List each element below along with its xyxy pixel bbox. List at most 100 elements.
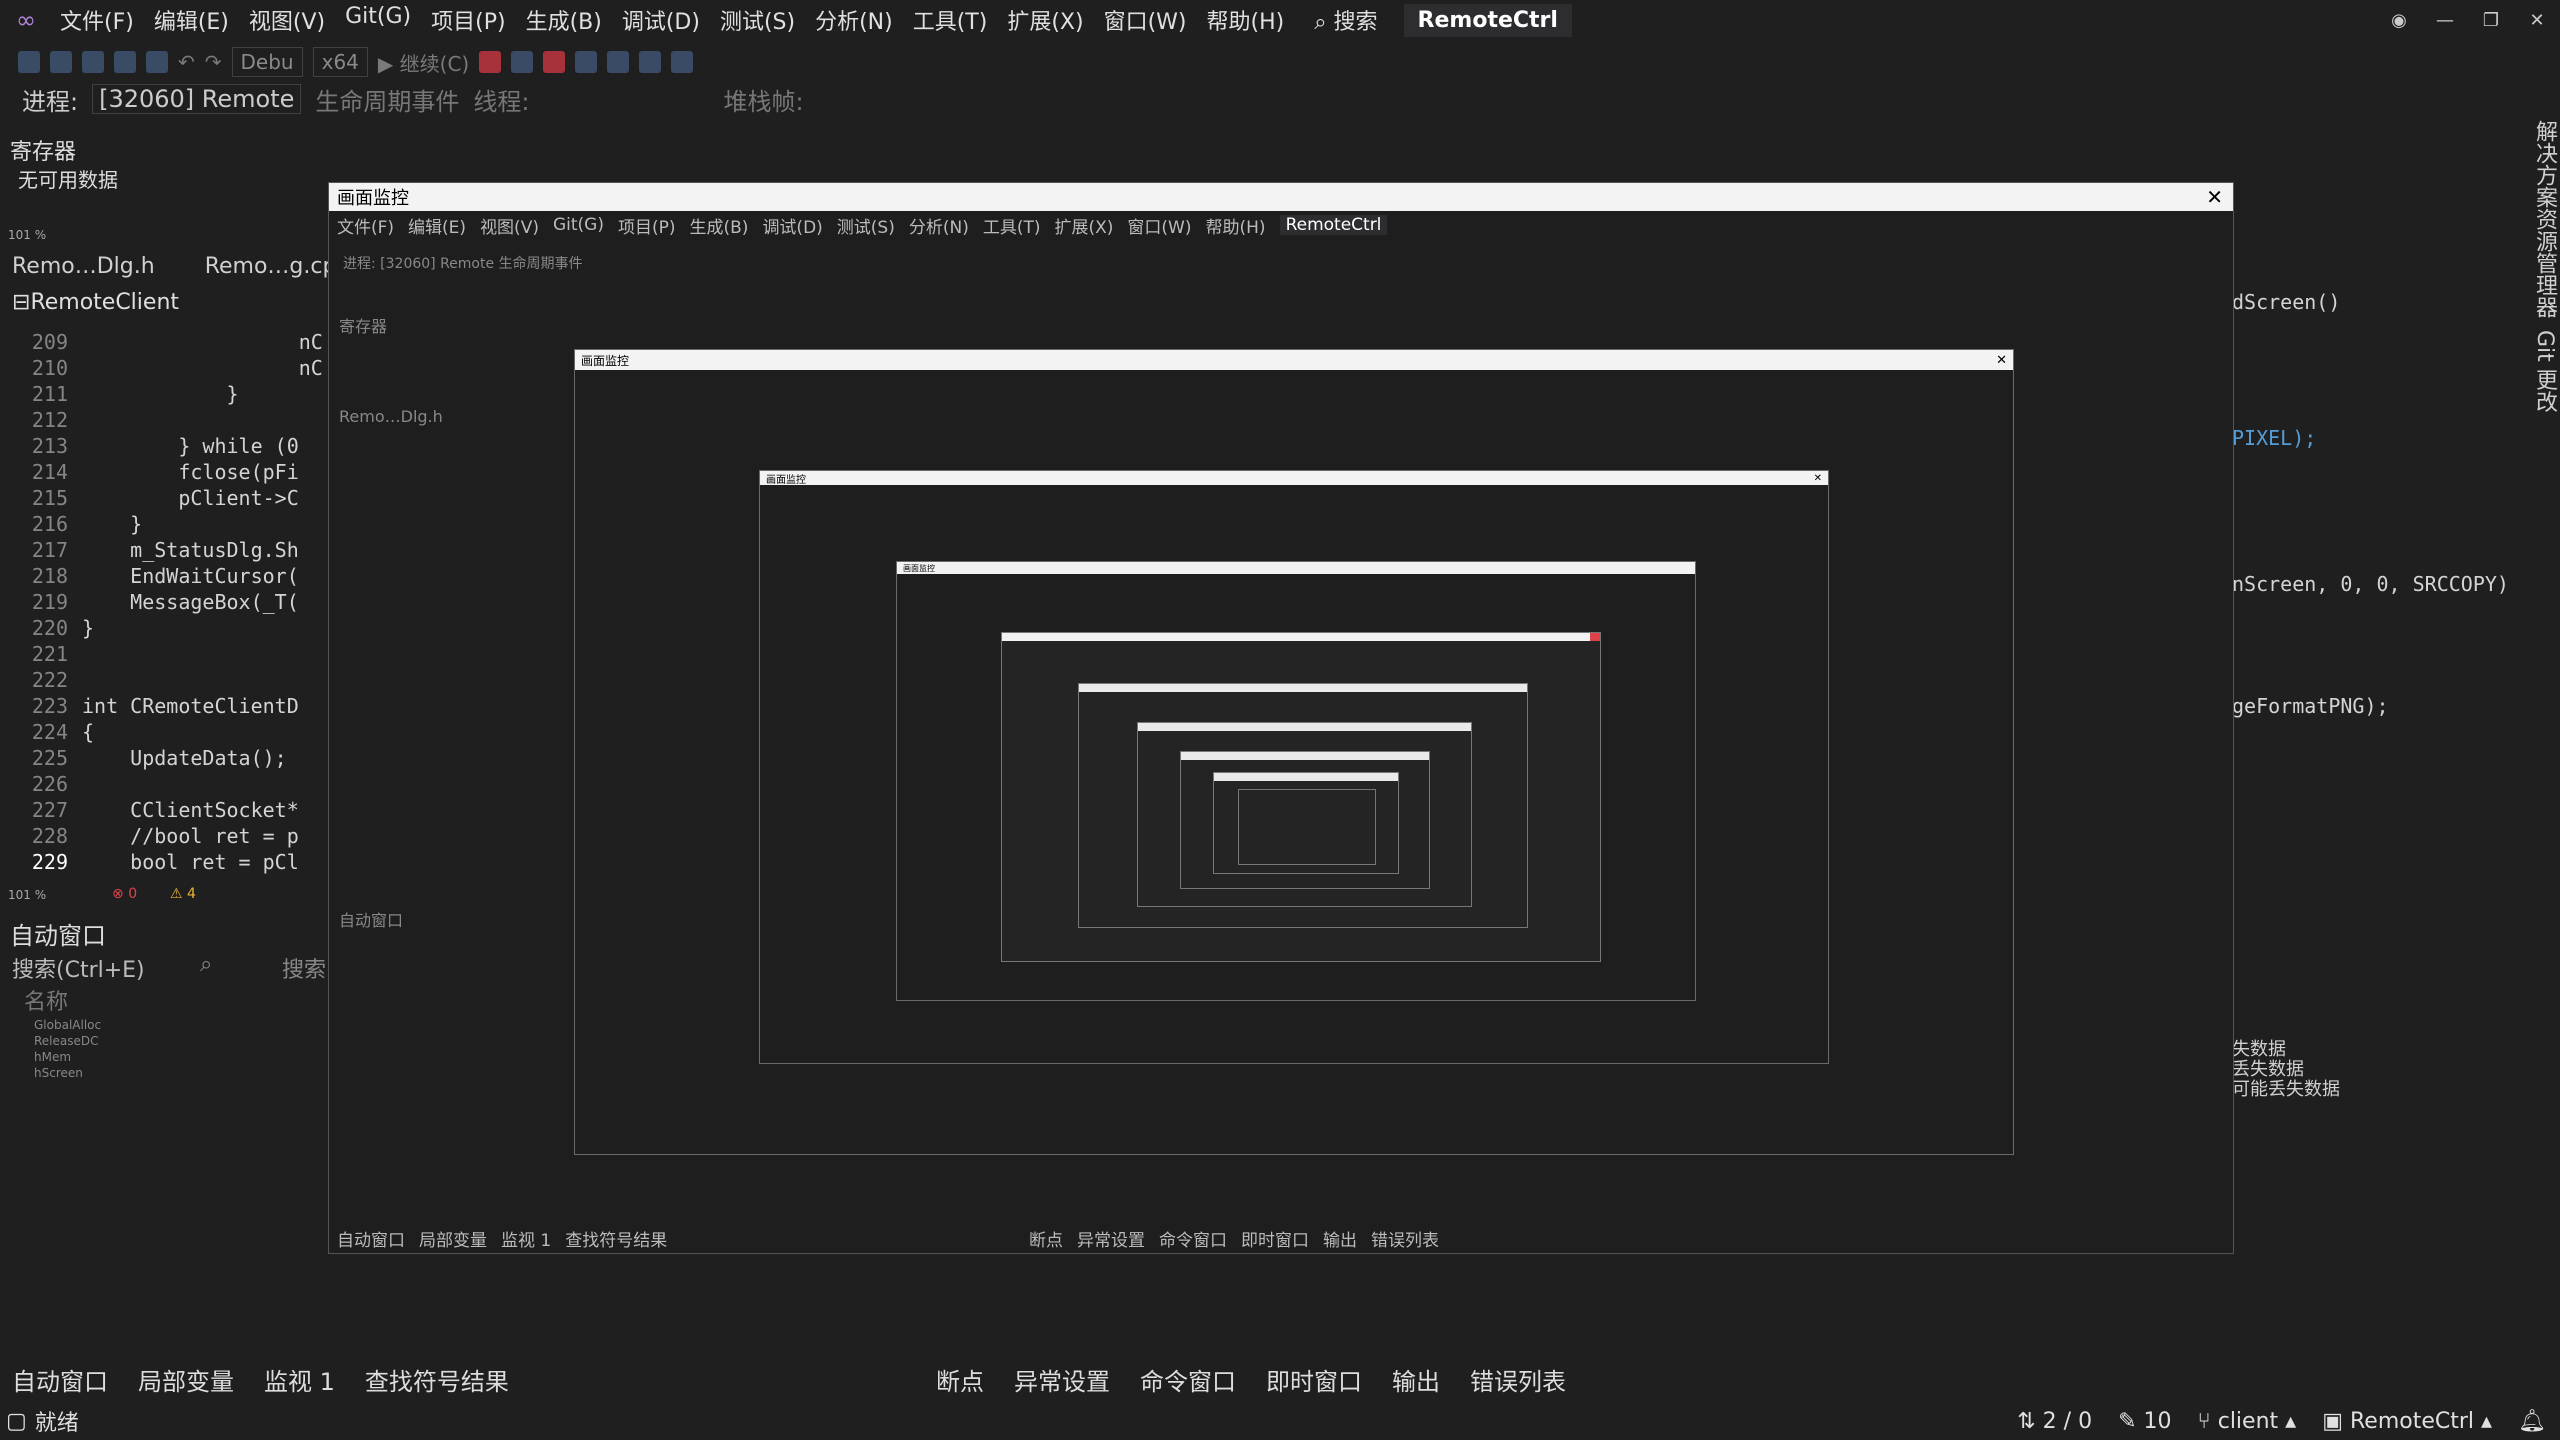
right-vtab[interactable]: Git 更改 [2524,330,2560,413]
menu-item-9[interactable]: 工具(T) [903,4,998,36]
new-project-icon[interactable] [50,51,72,73]
notification-icon[interactable]: ◉ [2376,10,2422,31]
nested-monitor-5 [1078,683,1528,928]
line-count[interactable]: ⇅ 2 / 0 [2017,1409,2092,1434]
menu-item-11[interactable]: 窗口(W) [1094,4,1197,36]
editor-zoom-footer[interactable]: 101 % [8,888,46,902]
step-out-icon[interactable] [671,51,694,73]
menu-item-6[interactable]: 调试(D) [612,4,710,36]
captured-menu-item: 帮助(H) [1205,217,1266,238]
process-dropdown[interactable]: [32060] Remote [92,84,302,114]
save-all-icon[interactable] [146,51,168,73]
config-dropdown[interactable]: Debu [231,47,303,77]
autos-row[interactable]: hScreen [10,1066,330,1082]
continue-button[interactable]: ▶ 继续(C) [378,48,469,77]
line-number: 212 [31,408,68,432]
hot-reload-icon[interactable] [479,51,502,73]
bottom-tab[interactable]: 局部变量 [138,1362,234,1397]
step-into-icon[interactable] [607,51,630,73]
redo-icon[interactable]: ↷ [205,50,222,74]
monitor-close-button[interactable]: ✕ [2206,185,2223,209]
tab-remotedlg-cpp[interactable]: Remo…g.cp [205,254,337,288]
autos-row[interactable]: GlobalAlloc [10,1018,330,1034]
code-line: 222 [0,668,330,694]
captured-menu-item: 调试(D) [762,217,823,238]
code-text: nC [82,356,323,380]
captured-autos-title: 自动窗口 [339,911,404,930]
menu-item-7[interactable]: 测试(S) [710,4,805,36]
menu-item-5[interactable]: 生成(B) [516,4,612,36]
autos-search-label: 搜索 [282,958,327,983]
bottom-tab[interactable]: 查找符号结果 [365,1362,509,1397]
pause-icon[interactable] [511,51,534,73]
repo-selector[interactable]: ▣ RemoteCtrl ▴ [2322,1409,2492,1434]
captured-bottom-tab: 断点 [1029,1231,1063,1251]
warning-count[interactable]: ⚠ 4 [170,886,196,902]
bottom-tab[interactable]: 断点 [936,1362,984,1397]
bottom-tab[interactable]: 自动窗口 [12,1362,108,1397]
captured-bottom-tab: 命令窗口 [1159,1231,1227,1251]
autos-search-input[interactable]: 搜索(Ctrl+E) [12,952,145,984]
nested-monitor-4 [1001,632,1601,962]
bottom-tab[interactable]: 监视 1 [264,1362,335,1397]
editor-tabs: Remo…Dlg.h Remo…g.cp [0,254,336,288]
bottom-tab[interactable]: 异常设置 [1014,1362,1110,1397]
step-over-icon[interactable] [639,51,662,73]
menu-item-10[interactable]: 扩展(X) [997,4,1093,36]
code-editor[interactable]: 209 nC 210 nC 211 } 212 213 } while (0 214 fc… [0,330,330,874]
restore-button[interactable]: ❐ [2468,10,2514,31]
menu-item-0[interactable]: 文件(F) [50,4,144,36]
menu-item-8[interactable]: 分析(N) [805,4,903,36]
captured-bottom-tab: 即时窗口 [1241,1231,1309,1251]
nested-monitor-7 [1180,751,1430,889]
bottom-tab[interactable]: 输出 [1392,1362,1440,1397]
captured-bottom-tab: 错误列表 [1371,1231,1439,1251]
right-vtab[interactable]: 解决方案资源管理器 [2524,120,2560,318]
menu-item-12[interactable]: 帮助(H) [1196,4,1294,36]
code-line: 215 pClient->C [0,486,330,512]
back-icon[interactable] [18,51,40,73]
menu-item-4[interactable]: 项目(P) [421,4,515,36]
screen-monitor-window[interactable]: 画面监控 ✕ 文件(F) 编辑(E) 视图(V) Git(G) 项目(P) 生成(B) 调试… [328,182,2234,1254]
save-icon[interactable] [114,51,136,73]
platform-dropdown[interactable]: x64 [312,47,368,77]
code-line: 219 MessageBox(_T( [0,590,330,616]
undo-icon[interactable]: ↶ [178,50,195,74]
lifecycle-events[interactable]: 生命周期事件 [315,82,459,117]
branch-selector[interactable]: ⑂ client ▴ [2198,1409,2297,1434]
restart-icon[interactable] [575,51,598,73]
captured-bottom-tab: 异常设置 [1077,1231,1145,1251]
zoom-level[interactable]: 101 % [8,228,46,242]
tab-remotedlg-h[interactable]: Remo…Dlg.h [12,254,155,288]
error-count[interactable]: ⊗ 0 [112,886,137,902]
line-number: 228 [31,824,68,848]
close-button[interactable]: ✕ [2514,10,2560,31]
right-code-line: geFormatPNG); [2232,694,2389,718]
bottom-tab[interactable]: 即时窗口 [1266,1362,1362,1397]
line-number: 218 [31,564,68,588]
open-icon[interactable] [82,51,104,73]
output-line: 丢失数据 [2232,1059,2304,1080]
autos-row[interactable]: ReleaseDC [10,1034,330,1050]
captured-menu-item: 编辑(E) [408,217,467,238]
code-text: CClientSocket* [82,798,299,822]
search-box[interactable]: ⌕ 搜索 [1304,4,1387,36]
line-number: 220 [31,616,68,640]
menu-item-1[interactable]: 编辑(E) [144,4,239,36]
edit-count[interactable]: ✎ 10 [2118,1409,2171,1434]
code-line: 225 UpdateData(); [0,746,330,772]
solution-name[interactable]: RemoteCtrl [1403,3,1572,37]
bottom-tab[interactable]: 错误列表 [1470,1362,1566,1397]
menu-item-2[interactable]: 视图(V) [239,4,335,36]
minimize-button[interactable]: — [2422,10,2468,31]
captured-bottom-tabs-right: 断点 异常设置 命令窗口 即时窗口 输出 错误列表 [1029,1226,1453,1251]
bottom-tab[interactable]: 命令窗口 [1140,1362,1236,1397]
code-text: } [82,616,95,640]
captured-menu-item: 生成(B) [689,217,749,238]
stop-icon[interactable] [543,51,566,73]
notifications-bell-icon[interactable]: 🔔︎ [2518,1409,2546,1434]
scope-dropdown[interactable]: ⊟RemoteClient [0,290,179,320]
autos-search-icon[interactable]: ⌕ [200,952,212,977]
menu-item-3[interactable]: Git(G) [335,4,421,36]
autos-row[interactable]: hMem [10,1050,330,1066]
